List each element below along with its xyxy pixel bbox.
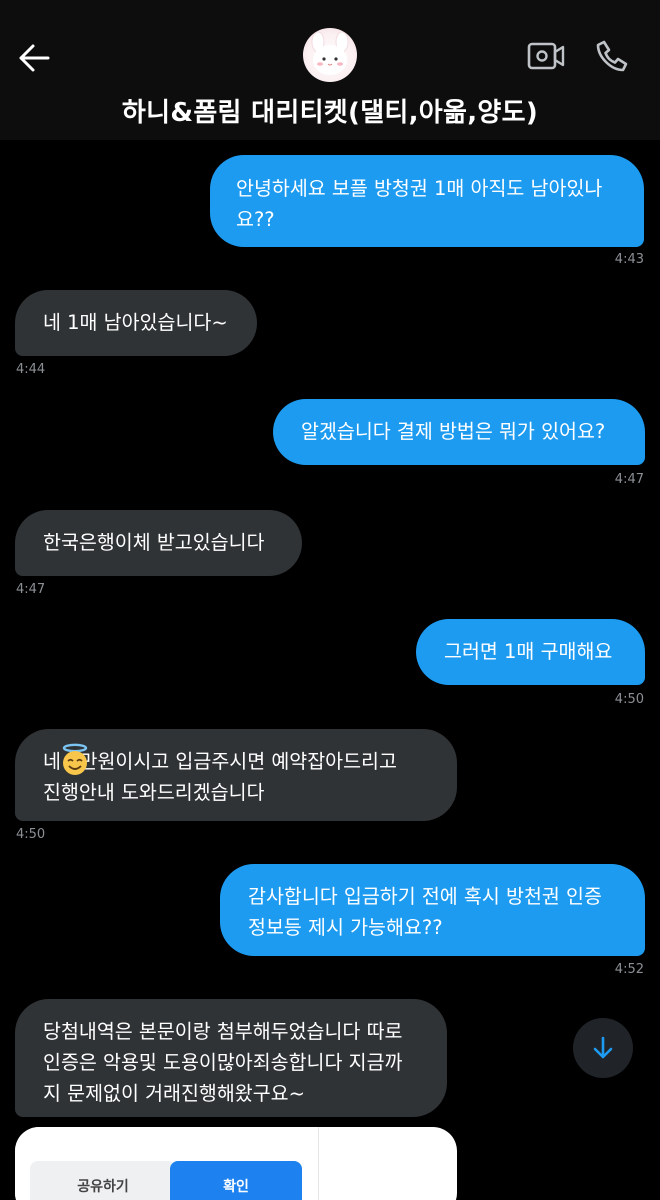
video-call-icon — [527, 42, 565, 70]
share-button: 공유하기 — [30, 1161, 176, 1200]
message-bubble-sent[interactable]: 알겠습니다 결제 방법은 뭐가 있어요? — [273, 399, 645, 465]
confirm-button: 확인 — [170, 1161, 302, 1200]
arrow-down-icon — [593, 1036, 613, 1059]
conversation-title: 하니&폼림 대리티켓(댈티,아옮,양도) — [121, 98, 539, 128]
phone-icon — [596, 40, 628, 72]
dm-conversation-screen: 하니&폼림 대리티켓(댈티,아옮,양도) 안녕하세요 보플 방청권 1매 아직도… — [0, 0, 660, 1200]
back-button[interactable] — [14, 38, 54, 78]
message-bubble-sent[interactable]: 감사합니다 입금하기 전에 혹시 방천권 인증 정보등 제시 가능해요?? — [220, 864, 645, 956]
smiling-face-with-halo-icon — [62, 743, 88, 775]
message-bubble-sent[interactable]: 안녕하세요 보플 방청권 1매 아직도 남아있나 요?? — [210, 155, 644, 247]
divider — [318, 1127, 319, 1200]
message-bubble-received[interactable]: 네 1매 남아있습니다~ — [15, 290, 257, 356]
avatar[interactable] — [303, 28, 357, 82]
attached-image[interactable]: 공유하기 확인 — [15, 1127, 457, 1200]
message-timestamp: 4:50 — [16, 827, 46, 842]
voice-call-button[interactable] — [592, 36, 632, 76]
arrow-left-icon — [19, 44, 50, 72]
conversation-header: 하니&폼림 대리티켓(댈티,아옮,양도) — [0, 0, 660, 140]
message-timestamp: 4:50 — [614, 692, 644, 707]
message-timestamp: 4:43 — [614, 252, 644, 267]
message-timestamp: 4:52 — [614, 962, 644, 977]
message-bubble-received[interactable]: 한국은행이체 받고있습니다 — [15, 510, 302, 576]
message-bubble-received[interactable]: 당첨내역은 본문이랑 첨부해두었습니다 따로 인증은 악용및 도용이많아죄송합니… — [15, 999, 447, 1117]
message-timestamp: 4:44 — [16, 362, 46, 377]
message-timestamp: 4:47 — [16, 582, 46, 597]
scroll-to-bottom-button[interactable] — [573, 1018, 633, 1078]
bunny-avatar-icon — [311, 31, 349, 75]
video-call-button[interactable] — [524, 36, 568, 76]
message-timestamp: 4:47 — [614, 472, 644, 487]
message-bubble-sent[interactable]: 그러면 1매 구매해요 — [416, 619, 645, 685]
